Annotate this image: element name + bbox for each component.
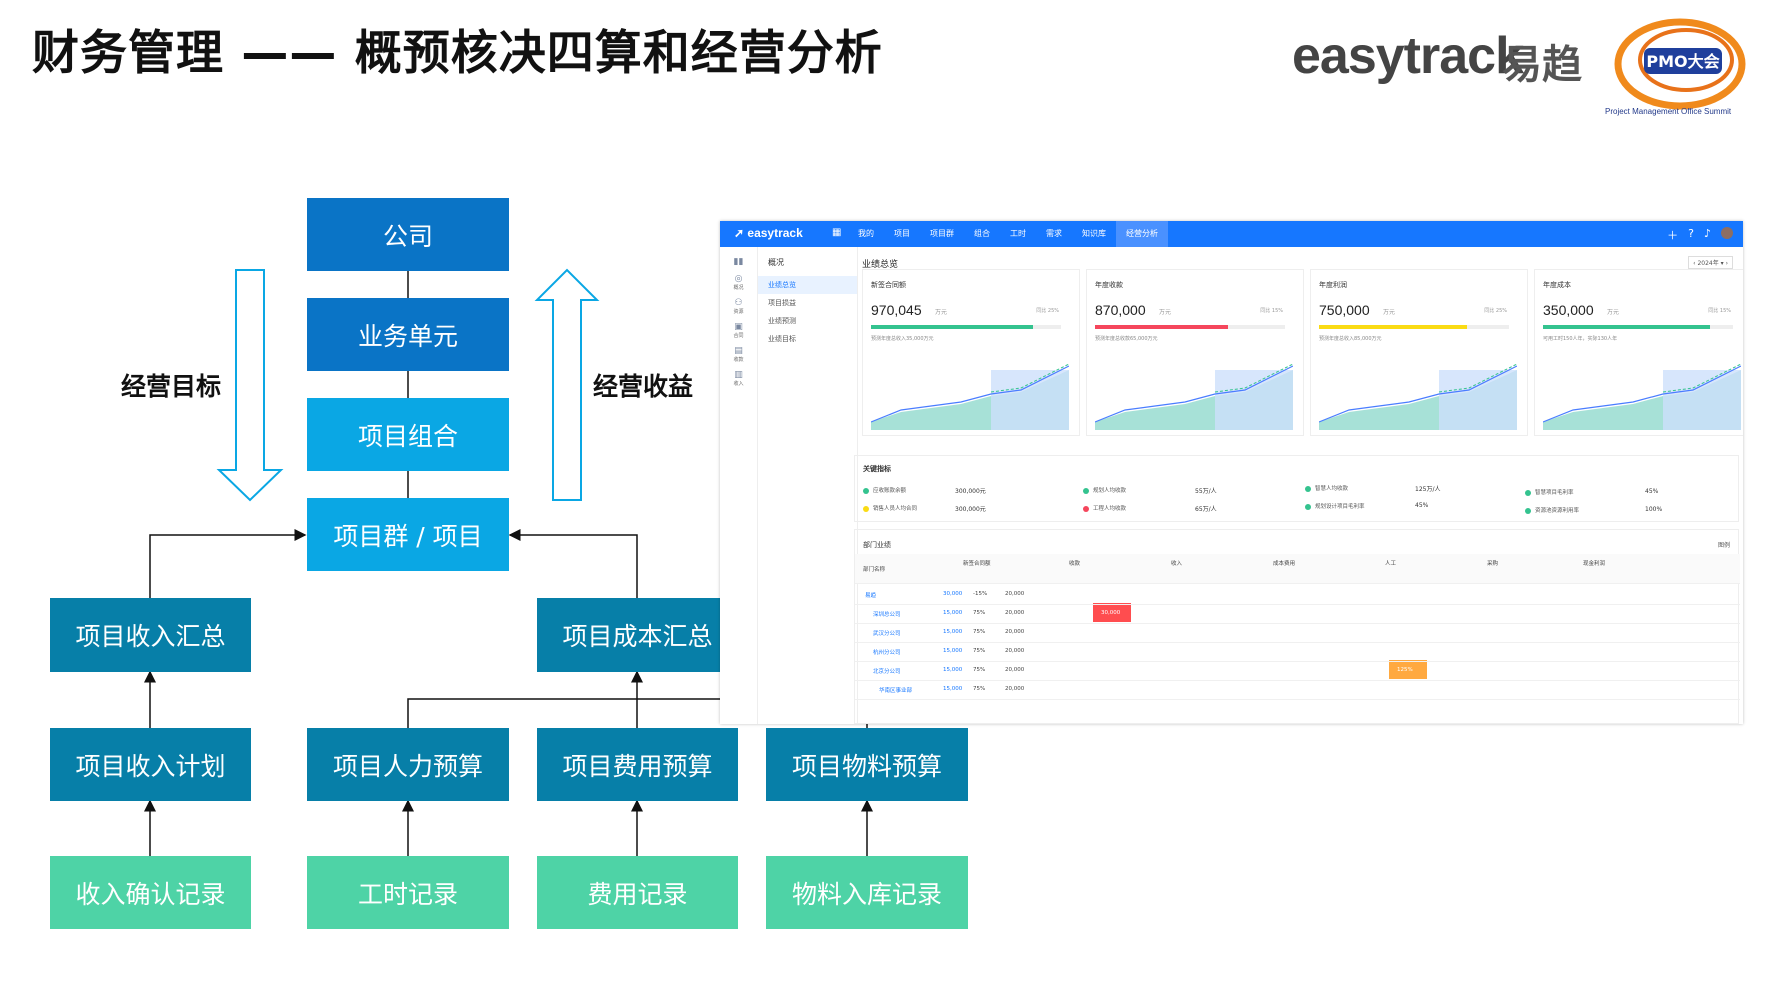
node-portfolio: 项目组合 [307, 398, 509, 471]
node-business-unit: 业务单元 [307, 298, 509, 371]
area-trend-chart [871, 363, 1069, 430]
kpi-panel: 关键指标 应收账款余额 300,000元 销售人员人均合同 300,000元 规… [854, 455, 1739, 522]
rail-chart-icon[interactable]: ▮▮ [720, 257, 757, 267]
avatar[interactable] [1721, 227, 1733, 239]
node-labor-budget: 项目人力预算 [307, 728, 509, 801]
area-trend-chart [1095, 363, 1293, 430]
app-sidebar: 概况 业绩总览 项目损益 业绩预测 业绩目标 [758, 247, 858, 724]
table-row[interactable]: 武汉分公司 15,000 75% 20,000 [855, 622, 1740, 643]
year-selector[interactable]: ‹ 2024年 ▾ › [1688, 256, 1733, 269]
left-label-operating-target: 经营目标 [121, 372, 222, 401]
node-program-project: 项目群 / 项目 [307, 498, 509, 571]
nav-knowledge[interactable]: 知识库 [1072, 221, 1116, 247]
kpi-item: 智慧人均收款 [1305, 484, 1348, 492]
node-expense-budget: 项目费用预算 [537, 728, 738, 801]
metric-card: 新签合同额 970,045 万元 同比 25% 预测年度总收入35,000万元 [862, 269, 1080, 436]
area-trend-chart [1319, 363, 1517, 430]
app-rail: ▮▮ ◎ 概况 ⚇ 资源 ▣ 合同 ▤ 收款 ▥ 收入 [720, 247, 758, 724]
app-logo: ➚ easytrack [734, 226, 803, 240]
department-table: 部门业绩 图例 部门名称 新签合同额 收款 收入 成本费用 人工 采购 现金利润… [854, 529, 1740, 724]
rail-item-income[interactable]: ▥ 收入 [720, 370, 757, 387]
help-icon[interactable]: ? [1688, 227, 1694, 243]
table-row[interactable]: 杭州分公司 15,000 75% 20,000 [855, 641, 1740, 662]
legend-toggle[interactable]: 图例 [1718, 540, 1730, 549]
progress-bar [1095, 325, 1285, 329]
rail-item-contracts[interactable]: ▣ 合同 [720, 322, 757, 339]
nav-requirements[interactable]: 需求 [1036, 221, 1072, 247]
node-hours-record: 工时记录 [307, 856, 509, 929]
node-income-record: 收入确认记录 [50, 856, 251, 929]
kpi-item: 规划设计项目毛利率 [1305, 502, 1365, 510]
table-row[interactable]: 北京分公司 15,000 75% 20,000 125% [855, 660, 1740, 681]
sidebar-item-targets[interactable]: 业绩目标 [758, 330, 857, 348]
area-trend-chart [1543, 363, 1741, 430]
kpi-item: 工程人均收款 [1083, 504, 1126, 512]
kpi-item: 应收账款余额 [863, 486, 906, 494]
down-hollow-arrow [216, 269, 284, 502]
progress-bar [871, 325, 1061, 329]
nav-hours[interactable]: 工时 [1000, 221, 1036, 247]
node-income-summary: 项目收入汇总 [50, 598, 251, 672]
metric-card: 年度收款 870,000 万元 同比 15% 预测年度总收款65,000万元 [1086, 269, 1304, 436]
metric-card: 年度利润 750,000 万元 同比 25% 预测年度总收入85,000万元 [1310, 269, 1528, 436]
progress-bar [1543, 325, 1733, 329]
kpi-item: 资源池资源利用率 [1525, 506, 1579, 514]
app-topbar: ➚ easytrack ▦ 我的 项目 项目群 组合 工时 需求 知识库 经营分… [720, 221, 1743, 247]
node-cost-summary: 项目成本汇总 [537, 598, 738, 672]
table-row[interactable]: 深圳总公司 15,000 75% 20,000 30,000 [855, 603, 1740, 624]
nav-business-analysis[interactable]: 经营分析 [1116, 221, 1168, 247]
nav-projects[interactable]: 项目 [884, 221, 920, 247]
grid-icon[interactable]: ▦ [832, 227, 841, 238]
app-nav: 我的 项目 项目群 组合 工时 需求 知识库 经营分析 [848, 221, 1168, 247]
app-main: 业绩总览 ‹ 2024年 ▾ › 新签合同额 970,045 万元 同比 25%… [854, 247, 1743, 724]
nav-portfolio[interactable]: 组合 [964, 221, 1000, 247]
bell-icon[interactable]: ♪ [1704, 227, 1711, 243]
app-screenshot: ➚ easytrack ▦ 我的 项目 项目群 组合 工时 需求 知识库 经营分… [720, 221, 1743, 724]
sidebar-item-performance-overview[interactable]: 业绩总览 [758, 276, 857, 294]
rail-item-receipts[interactable]: ▤ 收款 [720, 346, 757, 363]
kpi-item: 规划人均收款 [1083, 486, 1126, 494]
node-expense-record: 费用记录 [537, 856, 738, 929]
table-row[interactable]: 华南区事业部 15,000 75% 20,000 [855, 679, 1740, 700]
table-header-row: 部门名称 新签合同额 收款 收入 成本费用 人工 采购 现金利润 [855, 554, 1740, 584]
kpi-item: 销售人员人均合同 [863, 504, 917, 512]
node-company: 公司 [307, 198, 509, 271]
nav-my[interactable]: 我的 [848, 221, 884, 247]
progress-bar [1319, 325, 1509, 329]
metric-card: 年度成本 350,000 万元 同比 15% 可用工时150人年，实际130人年 [1534, 269, 1743, 436]
rail-item-resources[interactable]: ⚇ 资源 [720, 298, 757, 315]
right-label-operating-revenue: 经营收益 [593, 372, 694, 401]
sidebar-title: 概况 [768, 258, 784, 267]
rail-item-overview[interactable]: ◎ 概况 [720, 274, 757, 291]
node-income-plan: 项目收入计划 [50, 728, 251, 801]
sidebar-item-project-pnl[interactable]: 项目损益 [758, 294, 857, 312]
kpi-item: 智慧项目毛利率 [1525, 488, 1574, 496]
up-hollow-arrow [534, 268, 600, 501]
nav-programs[interactable]: 项目群 [920, 221, 964, 247]
node-material-budget: 项目物料预算 [766, 728, 968, 801]
table-row[interactable]: 易趋 30,000 -15% 20,000 [855, 584, 1740, 605]
sidebar-item-forecast[interactable]: 业绩预测 [758, 312, 857, 330]
node-material-record: 物料入库记录 [766, 856, 968, 929]
add-icon[interactable]: ＋ [1667, 227, 1678, 243]
